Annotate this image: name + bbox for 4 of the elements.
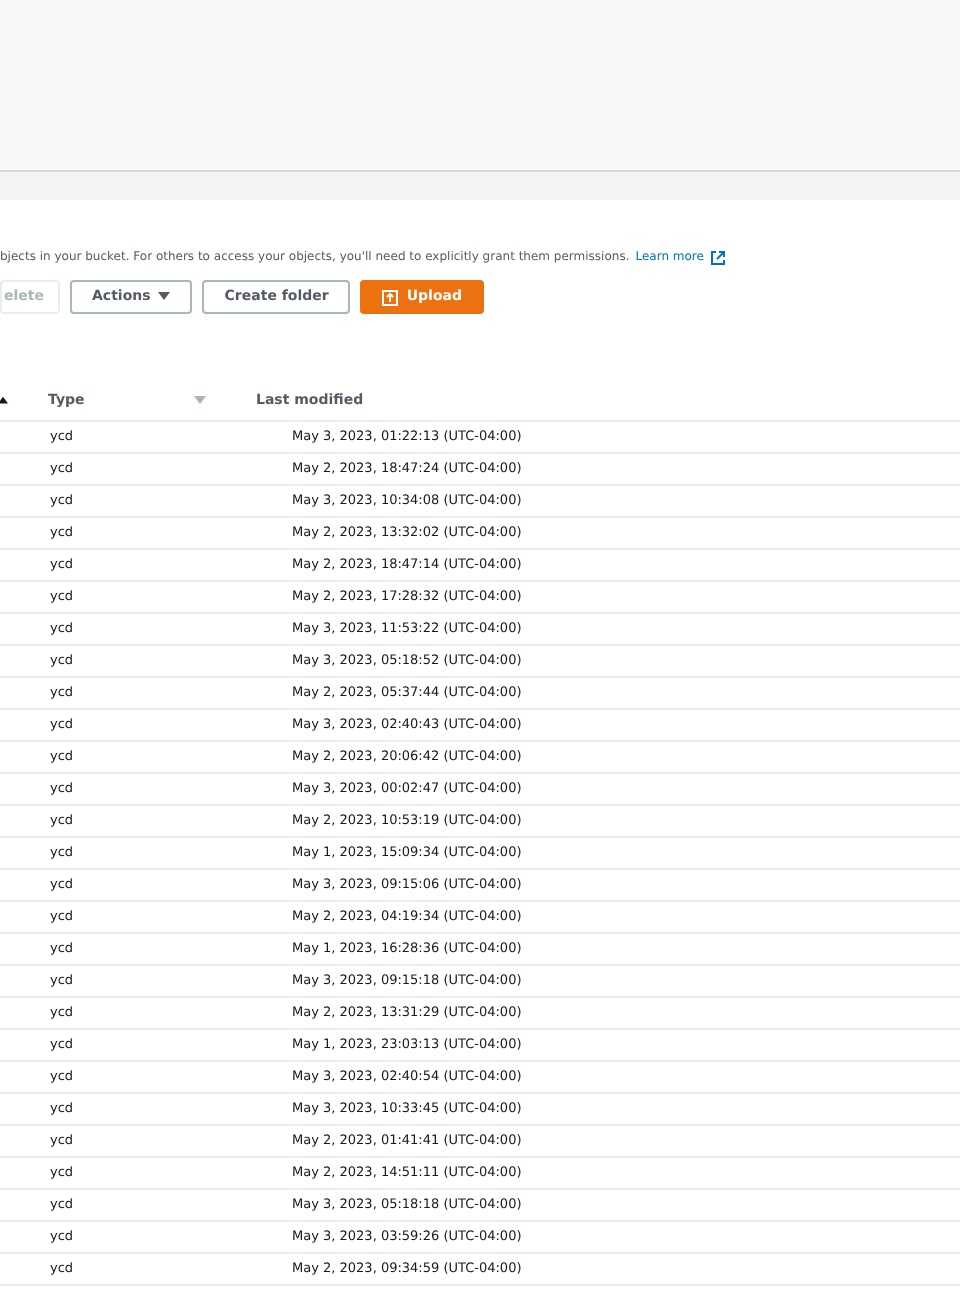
caret-icon — [158, 292, 171, 302]
sort-ascending-icon[interactable] — [0, 396, 8, 406]
upload-icon — [382, 289, 399, 305]
external-link-icon — [709, 249, 726, 265]
